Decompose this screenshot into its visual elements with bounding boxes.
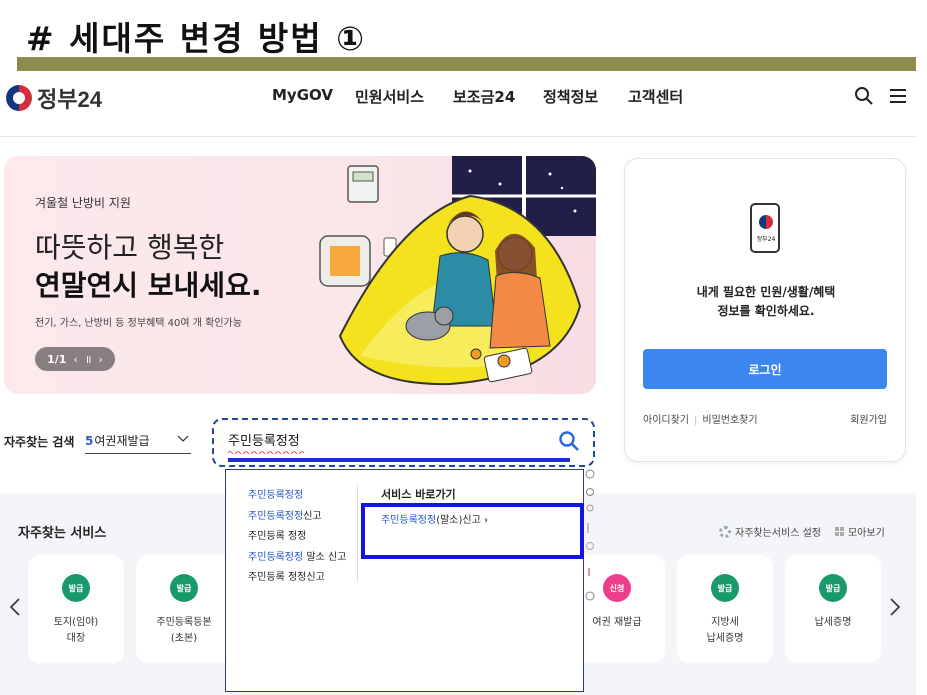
- suggestion-item[interactable]: 주민등록 정정: [248, 527, 346, 548]
- frequent-search-select[interactable]: 5 여권재발급: [85, 428, 191, 454]
- frequent-search-rank: 5: [85, 433, 94, 448]
- login-message: 내게 필요한 민원/생활/혜택 정보를 확인하세요.: [625, 283, 907, 321]
- search-box: 주민등록정정: [212, 418, 595, 467]
- frequent-services-tools: 자주찾는서비스 설정 모아보기: [719, 524, 885, 539]
- screenshot: # 세대주 변경 방법 ① 정부24 MyGOV 민원서비스 보조금24 정책정…: [0, 0, 927, 695]
- login-button[interactable]: 로그인: [643, 349, 887, 389]
- service-card-land-register[interactable]: 발급 토지(임야) 대장: [28, 555, 124, 663]
- suggestion-item[interactable]: 주민등록정정: [248, 486, 346, 507]
- find-password-link[interactable]: 비밀번호찾기: [702, 415, 757, 426]
- search-icon[interactable]: [854, 86, 874, 106]
- link-separator: |: [694, 415, 698, 426]
- issue-badge: 발급: [62, 574, 90, 602]
- service-card-tax-certificate[interactable]: 발급 납세증명: [785, 555, 881, 663]
- suggestion-item[interactable]: 주민등록 정정신고: [248, 568, 346, 589]
- annotation-highlight-box: [361, 503, 584, 559]
- frequent-services-settings[interactable]: 자주찾는서비스 설정: [719, 524, 821, 539]
- dropdown-divider: [357, 486, 358, 582]
- pager-prev-icon[interactable]: ‹: [73, 353, 77, 366]
- login-card: 정부24 내게 필요한 민원/생활/혜택 정보를 확인하세요. 로그인 아이디찾…: [624, 158, 906, 462]
- phone-icon: 정부24: [750, 203, 780, 253]
- service-label: 주민등록등본 (초본): [156, 617, 212, 644]
- login-message-line-2: 정보를 확인하세요.: [717, 304, 815, 318]
- grid-icon: [834, 527, 844, 536]
- carousel-next-icon[interactable]: [888, 597, 902, 617]
- nav-policy[interactable]: 정책정보: [543, 86, 598, 107]
- view-all-button[interactable]: 모아보기: [834, 524, 885, 539]
- service-card-resident-register[interactable]: 발급 주민등록등본 (초본): [136, 555, 232, 663]
- account-links: 아이디찾기 | 비밀번호찾기: [643, 411, 758, 426]
- suggestion-list: 주민등록정정 주민등록정정신고 주민등록 정정 주민등록정정 말소 신고 주민등…: [248, 486, 346, 589]
- find-id-link[interactable]: 아이디찾기: [643, 415, 689, 426]
- slide-title: # 세대주 변경 방법 ①: [26, 19, 367, 58]
- frequent-services-title: 자주찾는 서비스: [18, 526, 107, 541]
- frequent-search-label: 자주찾는 검색: [4, 435, 75, 449]
- banner-description: 전기, 가스, 난방비 등 정부혜택 40여 개 확인가능: [35, 318, 242, 329]
- taegeuk-logo-icon: [6, 85, 32, 111]
- nav-customer-center[interactable]: 고객센터: [628, 86, 683, 107]
- apply-badge: 신청: [603, 574, 631, 602]
- nav-subsidy[interactable]: 보조금24: [453, 86, 515, 107]
- join-link[interactable]: 회원가입: [850, 411, 887, 426]
- nav-civil-service[interactable]: 민원서비스: [355, 86, 424, 107]
- suggestion-item[interactable]: 주민등록정정 말소 신고: [248, 548, 346, 569]
- login-message-line-1: 내게 필요한 민원/생활/혜택: [696, 285, 836, 299]
- logo[interactable]: 정부24: [6, 82, 102, 114]
- search-input[interactable]: 주민등록정정: [228, 430, 528, 449]
- service-card-local-tax[interactable]: 발급 지방세 납세증명: [677, 555, 773, 663]
- service-label: 토지(임야) 대장: [53, 617, 99, 644]
- spellcheck-underline: [228, 451, 305, 454]
- promo-banner[interactable]: 겨울철 난방비 지원 따뜻하고 행복한 연말연시 보내세요. 전기, 가스, 난…: [4, 156, 596, 394]
- clipped-decor-strip: [585, 469, 595, 601]
- pager-pause-icon[interactable]: ॥: [85, 352, 92, 367]
- banner-headline-2: 연말연시 보내세요.: [35, 269, 262, 302]
- logo-text: 정부24: [37, 87, 102, 112]
- gear-icon: [719, 525, 731, 538]
- banner-headline-1: 따뜻하고 행복한: [35, 231, 225, 264]
- phone-label: 정부24: [756, 236, 776, 243]
- issue-badge: 발급: [819, 574, 847, 602]
- phone-logo-icon: [759, 215, 773, 229]
- nav-mygov[interactable]: MyGOV: [272, 86, 333, 104]
- banner-subtitle: 겨울철 난방비 지원: [35, 196, 131, 210]
- service-label: 지방세 납세증명: [706, 617, 744, 644]
- search-annotation-underline: [228, 458, 570, 462]
- suggestion-item[interactable]: 주민등록정정신고: [248, 507, 346, 528]
- winter-couple-illustration: [319, 156, 596, 386]
- menu-icon[interactable]: [888, 86, 908, 106]
- chevron-down-icon: [177, 435, 189, 442]
- service-shortcut-title: 서비스 바로가기: [381, 488, 456, 501]
- issue-badge: 발급: [170, 574, 198, 602]
- title-underline-bar: [17, 57, 916, 71]
- pager-count: 1/1: [47, 352, 67, 366]
- banner-pager: 1/1 ‹ ॥ ›: [35, 347, 115, 371]
- service-label: 납세증명: [814, 617, 852, 628]
- issue-badge: 발급: [711, 574, 739, 602]
- carousel-prev-icon[interactable]: [8, 597, 22, 617]
- search-submit-icon[interactable]: [558, 430, 580, 452]
- header-divider: [0, 136, 916, 137]
- frequent-search-value: 여권재발급: [94, 434, 150, 448]
- pager-next-icon[interactable]: ›: [98, 353, 102, 366]
